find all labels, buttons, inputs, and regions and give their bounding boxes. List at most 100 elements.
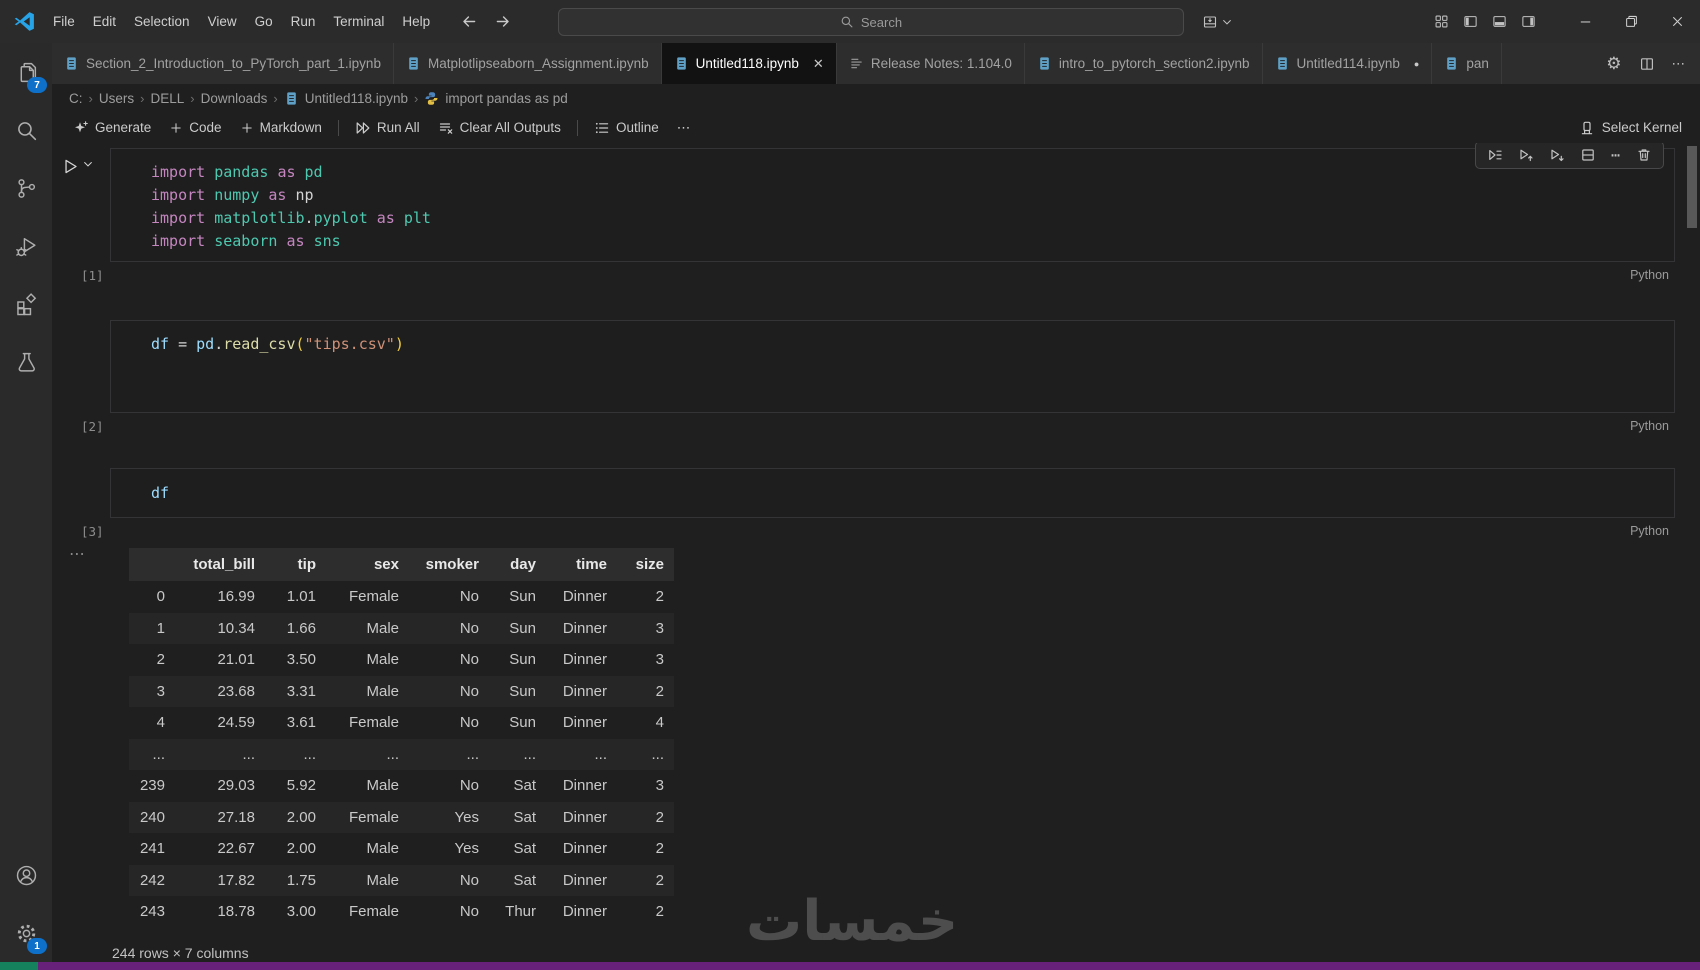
breadcrumb-item-import-pandas-as-pd[interactable]: import pandas as pd — [424, 91, 568, 106]
table-cell: No — [459, 588, 479, 606]
cell-language: Python — [1630, 419, 1669, 433]
run-and-debug-activity-icon[interactable] — [0, 217, 52, 275]
toolbar-run-all-button[interactable]: Run All — [346, 120, 429, 136]
settings-gear-icon[interactable]: ⚙ — [1606, 55, 1621, 72]
notebook-file-icon — [406, 56, 421, 71]
badge: 1 — [27, 938, 47, 954]
clear-outputs-icon — [438, 120, 454, 136]
tab-untitled118-ipynb[interactable]: Untitled118.ipynb ✕ — [661, 43, 837, 84]
cell-editor[interactable]: df — [110, 468, 1675, 518]
breadcrumb-item-c[interactable]: C: — [69, 91, 83, 106]
table-cell: Female — [326, 801, 409, 833]
modified-dot-icon: ● — [1413, 58, 1420, 69]
toggle-secondary-sidebar-icon[interactable] — [1521, 14, 1536, 29]
table-cell: 242 — [129, 864, 175, 896]
cell-editor[interactable]: df = pd.read_csv("tips.csv") — [110, 320, 1675, 413]
toolbar-clear-all-outputs-button[interactable]: Clear All Outputs — [429, 120, 570, 136]
toolbar-markdown-button[interactable]: Markdown — [231, 120, 331, 135]
manage-activity-icon[interactable]: 1 — [0, 904, 52, 962]
split-cell-icon[interactable] — [1580, 147, 1596, 163]
breadcrumb-separator: › — [140, 90, 145, 106]
release-notes-icon — [849, 56, 864, 71]
tab-bar: Section_2_Introduction_to_PyTorch_part_1… — [52, 43, 1700, 84]
execute-above-icon[interactable] — [1518, 147, 1534, 163]
layout-control[interactable] — [1202, 0, 1233, 43]
run-cell-icon[interactable] — [62, 158, 79, 175]
table-cell: Dinner — [546, 801, 617, 833]
maximize-restore-button[interactable] — [1608, 0, 1654, 43]
toggle-sidebar-icon[interactable] — [1463, 14, 1478, 29]
menu-help[interactable]: Help — [393, 14, 439, 29]
toolbar-generate-button[interactable]: Generate — [64, 120, 160, 136]
notebook-cell-1: import pandas as pd import numpy as np imp… — [52, 143, 1700, 288]
menu-run[interactable]: Run — [282, 14, 325, 29]
tab-intro-to-pytorch-section2-ipynb[interactable]: intro_to_pytorch_section2.ipynb — [1024, 43, 1263, 84]
menu-selection[interactable]: Selection — [125, 14, 199, 29]
cell-editor[interactable]: import pandas as pd import numpy as np imp… — [110, 143, 1675, 262]
tab-release-notes-1-104-0[interactable]: Release Notes: 1.104.0 — [836, 43, 1025, 84]
close-tab-icon[interactable]: ✕ — [813, 56, 824, 72]
table-cell: Sun — [509, 588, 536, 606]
forward-icon[interactable] — [494, 13, 511, 30]
back-icon[interactable] — [461, 13, 478, 30]
toolbar-code-button[interactable]: Code — [160, 120, 230, 135]
table-row: 1 10.34 1.66 Male No Sun Dinner 3 — [129, 612, 674, 644]
menu-terminal[interactable]: Terminal — [324, 14, 393, 29]
run-dropdown-icon[interactable] — [82, 158, 94, 170]
titlebar-right — [1434, 0, 1700, 43]
cell-main: df = pd.read_csv("tips.csv") [2] Python — [81, 320, 1675, 439]
more-icon[interactable]: ⋯ — [1611, 148, 1621, 163]
extensions-activity-icon[interactable] — [0, 275, 52, 333]
table-cell: 1.75 — [265, 864, 326, 896]
table-cell: 24.59 — [217, 714, 255, 732]
tab-untitled114-ipynb[interactable]: Untitled114.ipynb ● — [1262, 43, 1433, 84]
menu-view[interactable]: View — [199, 14, 246, 29]
execute-row-icon[interactable] — [1487, 147, 1503, 163]
table-cell: Dinner — [562, 840, 607, 858]
activity-bar: 71 — [0, 43, 52, 962]
table-cell: ... — [546, 738, 617, 770]
close-window-button[interactable] — [1654, 0, 1700, 43]
table-cell: 2 — [617, 675, 674, 707]
minimize-button[interactable] — [1562, 0, 1608, 43]
breadcrumb-item-users[interactable]: Users — [99, 91, 134, 106]
table-cell: 239 — [139, 777, 165, 795]
toolbar-item-button[interactable]: ⋯ — [668, 120, 700, 136]
delete-icon[interactable] — [1636, 147, 1652, 163]
toolbar-outline-button[interactable]: Outline — [585, 120, 668, 136]
breadcrumb-item-untitled118-ipynb[interactable]: Untitled118.ipynb — [284, 91, 408, 106]
tab-pan[interactable]: pan — [1432, 43, 1502, 84]
source-control-activity-icon[interactable] — [0, 159, 52, 217]
scrollbar-thumb[interactable] — [1687, 146, 1697, 228]
command-center-search[interactable]: Search — [558, 8, 1184, 36]
remote-indicator[interactable] — [0, 962, 38, 970]
tab-section-2-introduction-to-pytorch-part-1-ipynb[interactable]: Section_2_Introduction_to_PyTorch_part_1… — [52, 43, 394, 84]
column-header-index — [129, 548, 175, 581]
account-activity-icon[interactable] — [0, 846, 52, 904]
search-activity-icon[interactable] — [0, 101, 52, 159]
toggle-panel-icon[interactable] — [1492, 14, 1507, 29]
cell-status: [1] Python — [81, 262, 1675, 288]
testing-activity-icon[interactable] — [0, 333, 52, 391]
breadcrumb-item-downloads[interactable]: Downloads — [201, 91, 268, 106]
menu-file[interactable]: File — [44, 14, 84, 29]
execution-count: [2] — [81, 419, 104, 434]
tab-strip: Section_2_Introduction_to_PyTorch_part_1… — [52, 43, 1502, 84]
breadcrumb-item-dell[interactable]: DELL — [150, 91, 184, 106]
more-actions-icon[interactable]: ⋯ — [1672, 56, 1686, 72]
select-kernel-button[interactable]: Select Kernel — [1579, 112, 1682, 143]
tab-matplotlipseaborn-assignment-ipynb[interactable]: Matplotlipseaborn_Assignment.ipynb — [393, 43, 662, 84]
run-all-icon — [355, 120, 371, 136]
breadcrumb-label: C: — [69, 90, 83, 106]
split-editor-icon[interactable] — [1639, 56, 1655, 72]
execute-below-icon[interactable] — [1549, 147, 1565, 163]
output-collapse-button[interactable]: ⋯ — [52, 547, 117, 928]
explorer-activity-icon[interactable]: 7 — [0, 43, 52, 101]
toolbar-label: Run All — [376, 120, 420, 135]
customize-layout-icon[interactable] — [1434, 14, 1449, 29]
table-cell: Dinner — [562, 714, 607, 732]
menu-edit[interactable]: Edit — [84, 14, 125, 29]
notebook-file-icon — [1444, 56, 1459, 71]
status-bar-background — [38, 962, 1700, 970]
menu-go[interactable]: Go — [246, 14, 282, 29]
